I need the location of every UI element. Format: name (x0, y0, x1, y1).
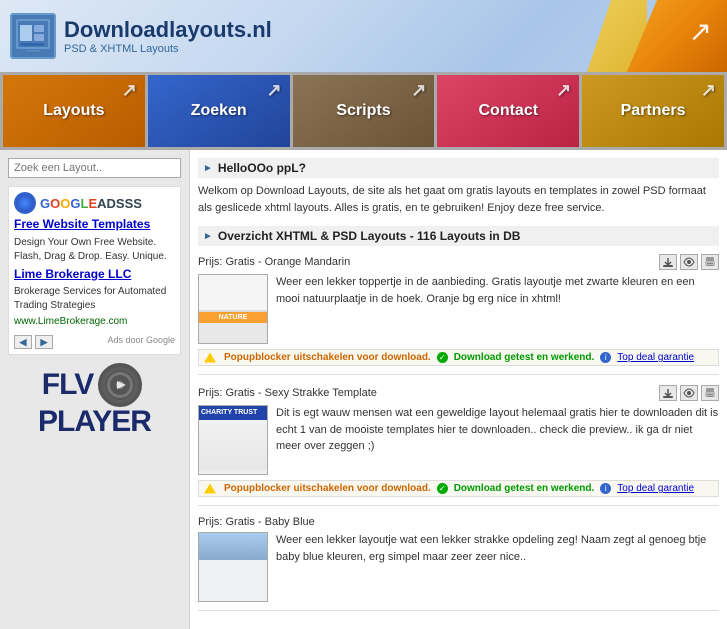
status-download-1: Download getest en werkend. (454, 352, 595, 363)
content-area: ► HelloOOo ppL? Welkom op Download Layou… (190, 150, 727, 629)
warn-triangle-icon-2 (204, 484, 216, 494)
site-icon (10, 13, 56, 59)
info-icon-2: i (600, 483, 611, 494)
header-decoration: ↗ (507, 0, 727, 72)
ad2-title[interactable]: Lime Brokerage LLC (14, 267, 175, 283)
google-globe-icon (14, 192, 36, 214)
nav-arrow-contact: ↗ (556, 80, 571, 101)
ads-prev-button[interactable]: ◀ (14, 335, 32, 349)
title-block: Downloadlayouts.nl PSD & XHTML Layouts (64, 17, 272, 55)
layout-price-bar-2: Prijs: Gratis - Sexy Strakke Template (198, 385, 719, 401)
site-title: Downloadlayouts.nl (64, 17, 272, 43)
layout-print-icon-1[interactable] (701, 254, 719, 270)
layout-thumb-1[interactable] (198, 274, 268, 344)
nav-bar: ↗ Layouts ↗ Zoeken ↗ Scripts ↗ Contact ↗… (0, 72, 727, 150)
nav-label-scripts: Scripts (336, 102, 390, 120)
thumb-img-charity (199, 406, 267, 474)
layout-body-3: Weer een lekker layoutje wat een lekker … (198, 532, 719, 602)
logo: Downloadlayouts.nl PSD & XHTML Layouts (10, 13, 272, 59)
layout-price-1: Prijs: Gratis - Orange Mandarin (198, 256, 350, 268)
layout-preview-icon-1[interactable] (680, 254, 698, 270)
nav-item-partners[interactable]: ↗ Partners (582, 75, 724, 147)
nav-arrow-zoeken: ↗ (267, 80, 282, 101)
flv-label: FLV (42, 370, 93, 400)
nav-label-contact: Contact (479, 102, 539, 120)
layout-entry-baby-blue: Prijs: Gratis - Baby Blue Weer een lekke… (198, 516, 719, 611)
header-arrows: ↗ (689, 15, 712, 48)
flv-player-block: FLV PLAYER (8, 363, 181, 437)
layout-price-2: Prijs: Gratis - Sexy Strakke Template (198, 387, 377, 399)
hello-header-text: HelloOOo ppL? (218, 161, 306, 175)
layout-desc-3: Weer een lekker layoutje wat een lekker … (276, 532, 719, 602)
google-ads-block: GOOGLEADSSS Free Website Templates Desig… (8, 186, 181, 355)
nav-arrow-scripts: ↗ (411, 80, 426, 101)
ad2-url: www.LimeBrokerage.com (14, 316, 175, 327)
google-logo: GOOGLEADSSS (14, 192, 175, 214)
nav-item-scripts[interactable]: ↗ Scripts (293, 75, 435, 147)
ad1-text: Design Your Own Free Website. Flash, Dra… (14, 236, 175, 264)
google-ads-text: GOOGLEADSSS (40, 196, 142, 211)
layout-price-3: Prijs: Gratis - Baby Blue (198, 516, 315, 528)
nav-label-partners: Partners (621, 102, 686, 120)
sidebar: GOOGLEADSSS Free Website Templates Desig… (0, 150, 190, 629)
site-subtitle: PSD & XHTML Layouts (64, 43, 272, 55)
nav-label-layouts: Layouts (43, 102, 104, 120)
flv-icon (98, 363, 142, 407)
search-input[interactable] (8, 158, 181, 178)
status-guarantee-2[interactable]: Top deal garantie (617, 483, 694, 494)
status-download-2: Download getest en werkend. (454, 483, 595, 494)
player-label: PLAYER (8, 407, 181, 437)
layout-status-bar-1: Popupblocker uitschakelen voor download.… (198, 349, 719, 366)
layout-thumb-3[interactable] (198, 532, 268, 602)
overview-arrow-icon: ► (203, 231, 213, 242)
layout-icons-1 (659, 254, 719, 270)
nav-item-contact[interactable]: ↗ Contact (437, 75, 579, 147)
status-guarantee-1[interactable]: Top deal garantie (617, 352, 694, 363)
status-popupblocker-2: Popupblocker uitschakelen voor download. (224, 483, 431, 494)
nav-label-zoeken: Zoeken (191, 102, 247, 120)
overview-header-text: Overzicht XHTML & PSD Layouts - 116 Layo… (218, 229, 521, 243)
info-icon-1: i (600, 352, 611, 363)
ads-next-button[interactable]: ▶ (35, 335, 53, 349)
nav-arrow-partners: ↗ (701, 80, 716, 101)
check-circle-icon-2: ✓ (437, 483, 448, 494)
nav-item-zoeken[interactable]: ↗ Zoeken (148, 75, 290, 147)
layout-download-icon-1[interactable] (659, 254, 677, 270)
layout-price-bar-1: Prijs: Gratis - Orange Mandarin (198, 254, 719, 270)
layout-price-bar-3: Prijs: Gratis - Baby Blue (198, 516, 719, 528)
warn-triangle-icon-1 (204, 353, 216, 363)
main-area: GOOGLEADSSS Free Website Templates Desig… (0, 150, 727, 629)
layout-icons-2 (659, 385, 719, 401)
thumb-img-orange (199, 275, 267, 343)
layout-body-2: Dit is egt wauw mensen wat een geweldige… (198, 405, 719, 475)
overview-section-header: ► Overzicht XHTML & PSD Layouts - 116 La… (198, 226, 719, 246)
hello-arrow-icon: ► (203, 163, 213, 174)
ad1-title[interactable]: Free Website Templates (14, 217, 175, 233)
layout-desc-2: Dit is egt wauw mensen wat een geweldige… (276, 405, 719, 475)
check-circle-icon-1: ✓ (437, 352, 448, 363)
status-popupblocker-1: Popupblocker uitschakelen voor download. (224, 352, 431, 363)
layout-body-1: Weer een lekker toppertje in de aanbiedi… (198, 274, 719, 344)
page-header: Downloadlayouts.nl PSD & XHTML Layouts ↗ (0, 0, 727, 72)
layout-preview-icon-2[interactable] (680, 385, 698, 401)
hello-body-text: Welkom op Download Layouts, de site als … (198, 183, 719, 216)
layout-entry-orange: Prijs: Gratis - Orange Mandarin (198, 254, 719, 375)
ads-nav: ◀ ▶ (14, 335, 53, 349)
hello-section-header: ► HelloOOo ppL? (198, 158, 719, 178)
layout-status-bar-2: Popupblocker uitschakelen voor download.… (198, 480, 719, 497)
layout-entry-sexy: Prijs: Gratis - Sexy Strakke Template (198, 385, 719, 506)
ad2-text: Brokerage Services for Automated Trading… (14, 285, 175, 313)
nav-item-layouts[interactable]: ↗ Layouts (3, 75, 145, 147)
layout-download-icon-2[interactable] (659, 385, 677, 401)
layout-print-icon-2[interactable] (701, 385, 719, 401)
nav-arrow-layouts: ↗ (122, 80, 137, 101)
ads-by-google-label: Ads door Google (107, 335, 175, 345)
layout-thumb-2[interactable] (198, 405, 268, 475)
layout-desc-1: Weer een lekker toppertje in de aanbiedi… (276, 274, 719, 344)
